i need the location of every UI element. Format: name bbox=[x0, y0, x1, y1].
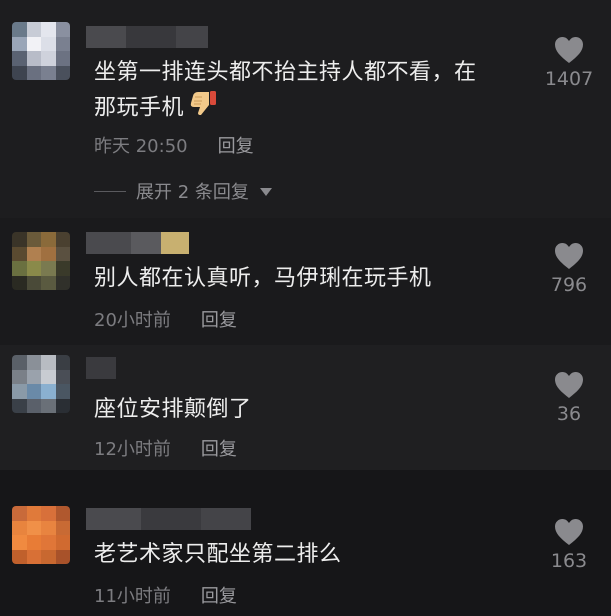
comment-time: 昨天 20:50 bbox=[94, 136, 188, 157]
comment-item: 别人都在认真听，马伊琍在玩手机 20小时前 回复 796 bbox=[0, 218, 611, 345]
comment-text-line: 坐第一排连头都不抬主持人都不看，在 bbox=[94, 60, 477, 85]
username-blurred[interactable] bbox=[86, 508, 251, 530]
avatar[interactable] bbox=[12, 506, 70, 564]
thumbs-down-icon bbox=[190, 90, 218, 127]
like-button[interactable]: 1407 bbox=[539, 36, 599, 90]
comment-text: 别人都在认真听，马伊琍在玩手机 bbox=[94, 266, 432, 291]
like-count: 1407 bbox=[544, 68, 594, 90]
username-blurred[interactable] bbox=[86, 232, 189, 254]
like-count: 796 bbox=[550, 274, 588, 296]
like-button[interactable]: 163 bbox=[539, 518, 599, 572]
chevron-down-icon bbox=[259, 181, 273, 202]
expand-replies-button[interactable]: 展开 2 条回复 bbox=[94, 178, 273, 204]
avatar[interactable] bbox=[12, 22, 70, 80]
comment-text: 老艺术家只配坐第二排么 bbox=[94, 542, 342, 567]
comment-time: 12小时前 bbox=[94, 439, 171, 460]
comment-meta: 20小时前 回复 bbox=[94, 306, 237, 332]
comment-text-fragment: 那玩手机 bbox=[94, 95, 185, 121]
comment-time: 20小时前 bbox=[94, 310, 171, 331]
comment-item: 坐第一排连头都不抬主持人都不看，在 那玩手机 昨天 20:50 回复 展开 2 … bbox=[0, 0, 611, 218]
like-button[interactable]: 796 bbox=[539, 242, 599, 296]
comment-meta: 昨天 20:50 回复 bbox=[94, 132, 254, 158]
like-count: 163 bbox=[550, 550, 588, 572]
comment-item: 老艺术家只配坐第二排么 11小时前 回复 163 bbox=[0, 470, 611, 616]
comment-item: 座位安排颠倒了 12小时前 回复 36 bbox=[0, 345, 611, 470]
like-button[interactable]: 36 bbox=[539, 371, 599, 425]
heart-icon bbox=[555, 372, 583, 398]
comment-meta: 11小时前 回复 bbox=[94, 582, 237, 608]
avatar[interactable] bbox=[12, 232, 70, 290]
heart-icon bbox=[555, 519, 583, 545]
reply-button[interactable]: 回复 bbox=[201, 306, 237, 332]
heart-icon bbox=[555, 243, 583, 269]
reply-button[interactable]: 回复 bbox=[218, 132, 254, 158]
comment-text-line: 那玩手机 bbox=[94, 90, 534, 127]
heart-icon bbox=[555, 37, 583, 63]
comment-time: 11小时前 bbox=[94, 586, 171, 607]
username-blurred[interactable] bbox=[86, 26, 208, 48]
comment-text: 坐第一排连头都不抬主持人都不看，在 那玩手机 bbox=[94, 56, 534, 127]
comment-meta: 12小时前 回复 bbox=[94, 435, 237, 461]
like-count: 36 bbox=[556, 403, 582, 425]
username-blurred[interactable] bbox=[86, 357, 116, 379]
expand-replies-label: 展开 2 条回复 bbox=[136, 182, 249, 203]
reply-button[interactable]: 回复 bbox=[201, 582, 237, 608]
comment-text: 座位安排颠倒了 bbox=[94, 397, 252, 422]
avatar[interactable] bbox=[12, 355, 70, 413]
reply-button[interactable]: 回复 bbox=[201, 435, 237, 461]
divider-line bbox=[94, 190, 126, 192]
